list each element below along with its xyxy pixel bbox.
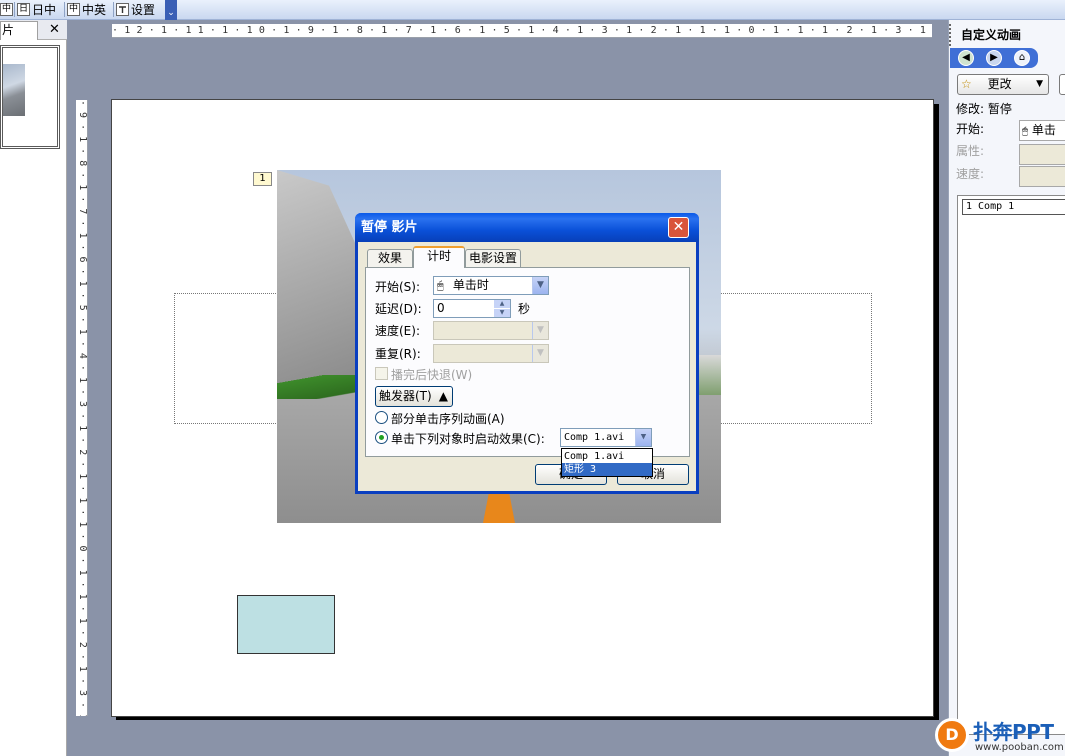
watermark-url: www.pooban.com [975,742,1064,753]
tab-slides[interactable]: 片 [0,21,38,40]
speed-field[interactable] [1019,166,1065,187]
animation-list-item[interactable]: 1 Comp 1 [962,199,1065,215]
mouse-click-icon: 🖱 [1022,126,1028,137]
delay-value: 0 [437,301,445,315]
timing-panel: 开始(S): 🖱 单击时 ▼ 延迟(D): 0 ▲ ▼ 秒 速度(E): ▼ 重… [365,267,690,457]
logo-icon: D [935,718,969,752]
radio-sequence[interactable] [375,411,388,424]
watermark-text: 扑奔PPT [973,720,1054,744]
settings-icon [116,3,129,16]
chinese-dict-icon: 中 [67,3,80,16]
toolbar-label: 设置 [131,3,156,17]
forward-icon[interactable]: ▶ [986,50,1002,66]
toolbar-overflow-button[interactable]: ⌄ [165,0,177,20]
task-pane-nav: ◀ ▶ ⌂ [950,48,1038,68]
dialog-title-bar[interactable]: 暂停 影片 ✕ [355,213,699,242]
radio-on-click[interactable] [375,431,388,444]
animation-order-tag[interactable]: 1 [253,172,272,186]
horizontal-ruler: · 1 2 · 1 · 1 1 · 1 · 1 0 · 1 · 9 · 1 · … [112,24,932,38]
toolbar-item-settings[interactable]: 设置 [116,1,155,18]
chevron-down-icon: ▼ [532,322,548,339]
repeat-label: 重复(R): [375,347,421,361]
star-icon: ☆ [961,77,972,91]
rewind-label: 播完后快退(W) [391,368,473,382]
start-label: 开始(S): [375,280,421,294]
chinese-input-icon: 中 [0,3,13,16]
trigger-object-dropdown: Comp 1.avi 矩形 3 [561,448,653,477]
rectangle-shape[interactable] [237,595,335,654]
japanese-dict-icon: 日 [17,3,30,16]
toolbar-item-japanese-chinese[interactable]: 日 日中 [17,1,56,18]
toolbar-item-chinese-english[interactable]: 中 中英 [67,1,106,18]
chevron-down-icon: ▼ [1036,79,1043,89]
speed-label: 速度(E): [375,324,420,338]
trigger-object-value: Comp 1.avi [564,432,625,443]
radio-on-click-label: 单击下列对象时启动效果(C): [391,432,545,446]
trigger-button-label: 触发器(T) [379,389,432,403]
toolbar-label: 中英 [82,3,107,17]
repeat-combo[interactable]: ▼ [433,344,549,363]
back-icon[interactable]: ◀ [958,50,974,66]
start-field[interactable]: 🖱 单击 [1019,120,1065,141]
toolbar-separator [113,2,114,17]
property-label: 属性: [956,144,985,158]
toolbar-label: 日中 [32,3,57,17]
home-icon[interactable]: ⌂ [1014,50,1030,66]
start-value: 单击时 [452,278,489,292]
trigger-arrow-icon: ▲ [438,389,448,403]
close-icon[interactable]: ✕ [49,22,60,37]
mouse-click-icon: 🖱 [437,279,444,292]
chevron-down-icon: ▼ [532,345,548,362]
slide-thumbnail[interactable] [0,45,60,149]
start-field-value: 单击 [1031,123,1056,137]
toolbar: 中 日 日中 中 中英 设置 ⌄ [0,0,1065,20]
start-label: 开始: [956,122,985,136]
dialog-title: 暂停 影片 [361,220,418,235]
trigger-object-combo[interactable]: Comp 1.avi ▼ [560,428,652,447]
custom-animation-pane: 自定义动画 ◀ ▶ ⌂ ☆ 更改 ▼ 修改: 暂停 开始: 🖱 单击 属性: 速… [948,20,1065,756]
vertical-ruler-scale: · 9 · 1 · 8 · 1 · 7 · 1 · 6 · 1 · 5 · 1 … [77,100,88,716]
speed-combo[interactable]: ▼ [433,321,549,340]
tab-timing[interactable]: 计时 [413,246,465,268]
watermark-logo: D 扑奔PPT www.pooban.com [935,712,1065,756]
tab-effect[interactable]: 效果 [367,249,413,267]
pause-movie-dialog: 暂停 影片 ✕ 效果 计时 电影设置 开始(S): 🖱 单击时 ▼ 延迟(D):… [355,213,699,494]
delay-label: 延迟(D): [375,302,422,316]
change-button-label: 更改 [987,77,1012,91]
modify-label: 修改: 暂停 [956,102,1012,116]
animation-list: 1 Comp 1 [957,195,1065,735]
thumbnail-picture [3,64,25,116]
toolbar-item-zhong[interactable]: 中 [0,1,13,18]
toolbar-separator [14,2,15,17]
chevron-down-icon[interactable]: ▼ [635,429,651,446]
trigger-button[interactable]: 触发器(T) ▲ [375,386,453,407]
start-combo[interactable]: 🖱 单击时 ▼ [433,276,549,295]
dropdown-option-selected[interactable]: 矩形 3 [562,463,652,476]
tab-movie-settings[interactable]: 电影设置 [465,249,521,267]
toolbar-separator [64,2,65,17]
change-effect-button[interactable]: ☆ 更改 ▼ [957,74,1049,95]
property-field[interactable] [1019,144,1065,165]
radio-sequence-label: 部分单击序列动画(A) [391,412,505,426]
spin-up-icon[interactable]: ▲ [494,300,510,308]
delay-unit: 秒 [518,302,531,316]
spin-down-icon[interactable]: ▼ [494,309,510,317]
speed-label: 速度: [956,167,985,181]
slides-pane-tabs: 片 ✕ [0,20,67,40]
remove-effect-button[interactable] [1059,74,1065,95]
delay-spinner[interactable]: 0 ▲ ▼ [433,299,511,318]
chevron-down-icon[interactable]: ▼ [532,277,548,294]
close-icon[interactable]: ✕ [668,217,689,238]
slides-pane: 片 ✕ [0,20,67,756]
dropdown-option[interactable]: Comp 1.avi [562,450,652,463]
task-pane-title: 自定义动画 [949,24,1065,46]
vertical-ruler: · 9 · 1 · 8 · 1 · 7 · 1 · 6 · 1 · 5 · 1 … [76,100,88,716]
rewind-checkbox[interactable] [375,367,388,380]
